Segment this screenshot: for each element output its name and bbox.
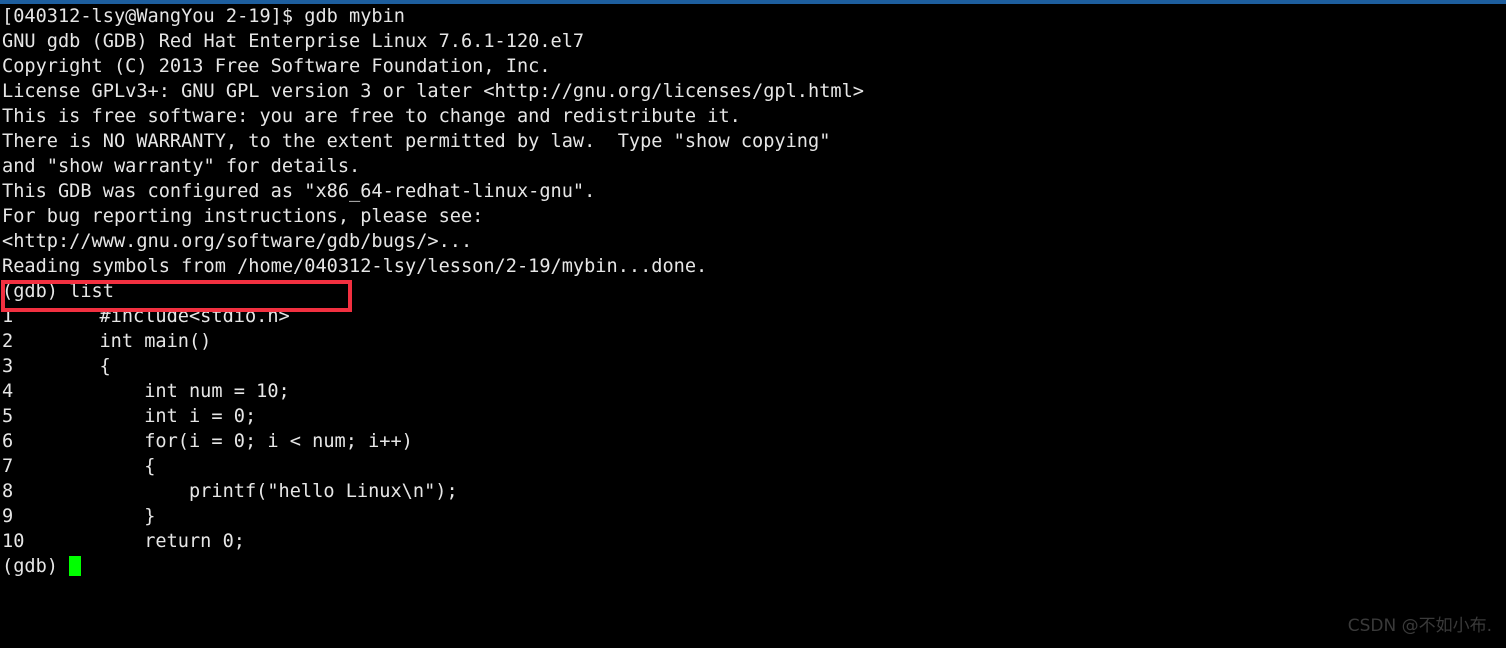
- code-line-text: for(i = 0; i < num; i++): [99, 431, 413, 452]
- code-list-row: 9 }: [0, 504, 1506, 529]
- terminal-line-no-warranty: There is NO WARRANTY, to the extent perm…: [0, 129, 1506, 154]
- code-list-row: 8 printf("hello Linux\n");: [0, 479, 1506, 504]
- terminal-line-copyright: Copyright (C) 2013 Free Software Foundat…: [0, 54, 1506, 79]
- code-line-text: int num = 10;: [99, 381, 290, 402]
- code-line-number: 8: [2, 481, 14, 502]
- gdb-prompt-text: (gdb): [2, 556, 70, 577]
- line-text: For bug reporting instructions, please s…: [2, 206, 484, 227]
- gdb-command-text: (gdb) list: [2, 281, 114, 302]
- gdb-command-line[interactable]: (gdb) list: [0, 279, 1506, 304]
- code-line-number: 7: [2, 456, 14, 477]
- terminal-line-bug-url: <http://www.gnu.org/software/gdb/bugs/>.…: [0, 229, 1506, 254]
- code-line-number: 6: [2, 431, 14, 452]
- line-text: This GDB was configured as "x86_64-redha…: [2, 181, 596, 202]
- line-text: Reading symbols from /home/040312-lsy/le…: [2, 256, 708, 277]
- code-line-number: 10: [2, 531, 25, 552]
- line-text: This is free software: you are free to c…: [2, 106, 741, 127]
- code-line-number: 5: [2, 406, 14, 427]
- terminal-line-license: License GPLv3+: GNU GPL version 3 or lat…: [0, 79, 1506, 104]
- terminal-line-configured-as: This GDB was configured as "x86_64-redha…: [0, 179, 1506, 204]
- terminal-window: [040312-lsy@WangYou 2-19]$ gdb mybin GNU…: [0, 0, 1506, 648]
- terminal-line-reading-symbols: Reading symbols from /home/040312-lsy/le…: [0, 254, 1506, 279]
- code-list-row: 5 int i = 0;: [0, 404, 1506, 429]
- code-line-text: int main(): [99, 331, 212, 352]
- line-text: and "show warranty" for details.: [2, 156, 361, 177]
- terminal-line-show-warranty: and "show warranty" for details.: [0, 154, 1506, 179]
- line-text: License GPLv3+: GNU GPL version 3 or lat…: [2, 81, 864, 102]
- terminal-line-prompt-command: [040312-lsy@WangYou 2-19]$ gdb mybin: [0, 4, 1506, 29]
- gdb-active-prompt[interactable]: (gdb): [0, 554, 1506, 579]
- line-text: [040312-lsy@WangYou 2-19]$ gdb mybin: [2, 6, 405, 27]
- code-list-row: 1 #include<stdio.h>: [0, 304, 1506, 329]
- line-text: There is NO WARRANTY, to the extent perm…: [2, 131, 831, 152]
- code-line-text: printf("hello Linux\n");: [99, 481, 458, 502]
- code-line-text: int i = 0;: [99, 406, 257, 427]
- code-line-number: 4: [2, 381, 14, 402]
- code-list-row: 6 for(i = 0; i < num; i++): [0, 429, 1506, 454]
- code-line-number: 9: [2, 506, 14, 527]
- code-list-row: 7 {: [0, 454, 1506, 479]
- text-cursor: [69, 556, 82, 576]
- code-line-text: #include<stdio.h>: [99, 306, 290, 327]
- code-line-text: {: [99, 456, 156, 477]
- terminal-line-bug-reporting: For bug reporting instructions, please s…: [0, 204, 1506, 229]
- code-list-row: 3{: [0, 354, 1506, 379]
- code-line-text: {: [99, 356, 111, 377]
- code-list-row: 4 int num = 10;: [0, 379, 1506, 404]
- code-line-text: }: [99, 506, 156, 527]
- line-text: <http://www.gnu.org/software/gdb/bugs/>.…: [2, 231, 473, 252]
- terminal-line-gdb-version: GNU gdb (GDB) Red Hat Enterprise Linux 7…: [0, 29, 1506, 54]
- line-text: Copyright (C) 2013 Free Software Foundat…: [2, 56, 551, 77]
- code-line-text: return 0;: [99, 531, 245, 552]
- code-line-number: 3: [2, 356, 14, 377]
- code-list-row: 2 int main(): [0, 329, 1506, 354]
- terminal-screen[interactable]: [040312-lsy@WangYou 2-19]$ gdb mybin GNU…: [0, 4, 1506, 648]
- line-text: GNU gdb (GDB) Red Hat Enterprise Linux 7…: [2, 31, 585, 52]
- watermark-label: CSDN @不如小布.: [1347, 616, 1492, 636]
- terminal-line-free-software: This is free software: you are free to c…: [0, 104, 1506, 129]
- code-line-number: 1: [2, 306, 14, 327]
- code-list-row: 10 return 0;: [0, 529, 1506, 554]
- code-line-number: 2: [2, 331, 14, 352]
